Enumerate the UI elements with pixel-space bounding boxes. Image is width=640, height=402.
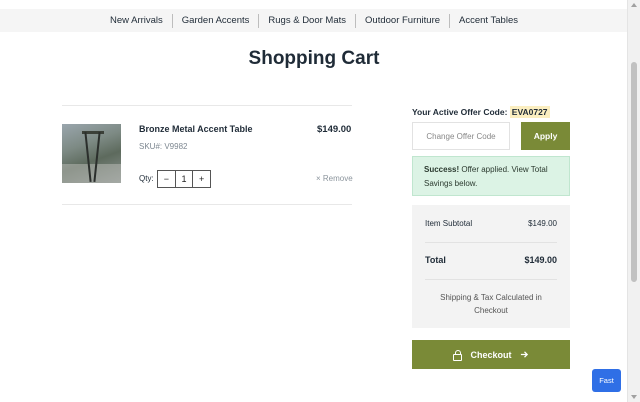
scrollbar-thumb[interactable] (631, 62, 637, 282)
fast-checkout-button[interactable]: Fast (592, 369, 621, 392)
nav-item-accent-tables[interactable]: Accent Tables (449, 13, 527, 28)
nav-item-outdoor-furniture[interactable]: Outdoor Furniture (355, 13, 449, 28)
scroll-down-arrow-icon[interactable] (631, 395, 637, 399)
product-sku: SKU#: V9982 (139, 142, 188, 151)
total-value: $149.00 (524, 255, 557, 265)
total-row: Total $149.00 (425, 255, 557, 265)
category-nav: New Arrivals Garden Accents Rugs & Door … (0, 9, 628, 32)
offer-code-input[interactable] (412, 122, 510, 150)
apply-offer-button[interactable]: Apply (521, 122, 570, 150)
offer-code-label: Your Active Offer Code: EVA0727 (412, 106, 550, 118)
quantity-decrease-button[interactable]: − (158, 171, 175, 187)
checkout-button[interactable]: Checkout (412, 340, 570, 369)
active-offer-code: EVA0727 (509, 106, 550, 118)
quantity-stepper: − 1 + (157, 170, 211, 188)
subtotal-label: Item Subtotal (425, 219, 473, 228)
page-scrollbar[interactable] (627, 0, 640, 402)
remove-item-button[interactable]: × Remove (316, 174, 353, 183)
quantity-value[interactable]: 1 (174, 171, 194, 187)
summary-divider (425, 242, 557, 243)
arrow-right-icon (520, 351, 528, 358)
order-summary: Item Subtotal $149.00 Total $149.00 Ship… (412, 205, 570, 328)
offer-success-message: Success! Offer applied. View Total Savin… (412, 156, 570, 196)
offer-code-label-text: Your Active Offer Code: (412, 107, 508, 117)
summary-divider (425, 279, 557, 280)
checkout-label: Checkout (470, 349, 512, 360)
cart-divider-top (62, 105, 352, 106)
quantity-increase-button[interactable]: + (193, 171, 210, 187)
scroll-up-arrow-icon[interactable] (631, 3, 637, 7)
nav-item-garden-accents[interactable]: Garden Accents (171, 13, 259, 28)
success-label: Success! (424, 165, 460, 174)
nav-item-rugs-door-mats[interactable]: Rugs & Door Mats (258, 13, 355, 28)
product-price: $149.00 (317, 124, 352, 135)
subtotal-value: $149.00 (528, 219, 557, 228)
nav-item-new-arrivals[interactable]: New Arrivals (101, 14, 172, 28)
lock-icon (453, 349, 463, 361)
quantity-label: Qty: (139, 174, 154, 183)
shipping-tax-note: Shipping & Tax Calculated in Checkout (440, 293, 542, 315)
subtotal-row: Item Subtotal $149.00 (425, 219, 557, 228)
total-label: Total (425, 255, 446, 265)
page-title: Shopping Cart (248, 48, 380, 69)
product-name[interactable]: Bronze Metal Accent Table (139, 124, 253, 134)
product-image[interactable] (62, 124, 121, 183)
cart-divider-bottom (62, 204, 352, 205)
